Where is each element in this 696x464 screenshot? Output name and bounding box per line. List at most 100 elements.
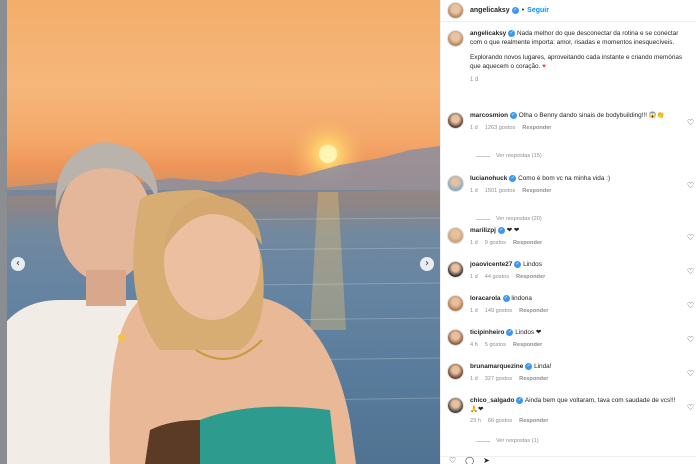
reply-button[interactable]: Responder bbox=[513, 342, 542, 348]
comment-text: Lindos ❤ bbox=[515, 329, 542, 337]
commenter-avatar[interactable] bbox=[447, 363, 464, 380]
comment-item: lucianohuck ✓ Como é bom vc na minha vida… bbox=[447, 175, 693, 195]
comment-like-icon[interactable]: ♡ bbox=[687, 335, 694, 344]
post-photo: ‹ › bbox=[0, 0, 440, 464]
view-replies-link[interactable]: Ver respostas (20) bbox=[476, 216, 542, 222]
window-edge bbox=[0, 0, 7, 464]
replies-divider bbox=[476, 440, 490, 442]
photo-illustration bbox=[0, 114, 440, 464]
comment-item: marilizpj ✓ ❤ ❤ 1 d 9 gostos Responder bbox=[447, 227, 693, 247]
comment-like-icon[interactable]: ♡ bbox=[687, 267, 694, 276]
comment-time: 23 h bbox=[470, 418, 481, 424]
verified-icon: ✓ bbox=[506, 329, 514, 336]
comment-time: 1 d bbox=[470, 307, 478, 314]
view-replies-label[interactable]: Ver respostas (20) bbox=[496, 216, 542, 222]
comment-item: brunamarquezine ✓ Linda! 1 d 327 gostos Resp… bbox=[447, 363, 693, 383]
comment-like-icon[interactable]: ♡ bbox=[687, 301, 694, 310]
post-caption: angelicaksy ✓ Nada melhor do que desconec… bbox=[447, 30, 691, 84]
caption-text-2: Explorando novos lugares, aproveitando c… bbox=[470, 54, 683, 70]
commenter-username[interactable]: lucianohuck bbox=[470, 175, 507, 182]
view-replies-link[interactable]: Ver respostas (15) bbox=[476, 153, 542, 159]
comment-like-icon[interactable]: ♡ bbox=[687, 233, 694, 242]
view-replies-label[interactable]: Ver respostas (15) bbox=[496, 153, 542, 159]
comment-item: loracarola ✓ lindona 1 d 149 gostos Responde… bbox=[447, 295, 693, 315]
carousel-prev-button[interactable]: ‹ bbox=[11, 257, 25, 271]
comment-likes[interactable]: 1501 gostos bbox=[485, 188, 515, 194]
post-header: angelicaksy ✓ • Seguir bbox=[441, 0, 696, 22]
view-replies-link[interactable]: Ver respostas (1) bbox=[476, 438, 539, 444]
comment-likes[interactable]: 44 gostos bbox=[485, 274, 509, 280]
author-avatar[interactable] bbox=[447, 2, 464, 19]
separator-dot: • bbox=[521, 7, 525, 14]
view-replies-label[interactable]: Ver respostas (1) bbox=[496, 438, 539, 444]
commenter-username[interactable]: loracarola bbox=[470, 295, 501, 302]
comment-text: Como é bom vc na minha vida :) bbox=[518, 175, 611, 183]
replies-divider bbox=[476, 155, 490, 157]
comment-time: 1 d bbox=[470, 124, 478, 131]
comment-icon[interactable]: ◯ bbox=[465, 457, 474, 464]
commenter-username[interactable]: marilizpj bbox=[470, 227, 496, 234]
comment-time: 4 h bbox=[470, 341, 478, 348]
author-username[interactable]: angelicaksy bbox=[470, 7, 510, 14]
share-icon[interactable]: ➤ bbox=[483, 457, 490, 464]
comment-like-icon[interactable]: ♡ bbox=[687, 369, 694, 378]
comment-likes[interactable]: 9 gostos bbox=[485, 240, 506, 246]
commenter-avatar[interactable] bbox=[447, 397, 464, 414]
verified-icon: ✓ bbox=[514, 261, 522, 268]
verified-icon: ✓ bbox=[508, 30, 516, 37]
caption-avatar[interactable] bbox=[447, 30, 464, 47]
comment-likes[interactable]: 327 gostos bbox=[485, 376, 512, 382]
photo-marker-dot bbox=[118, 334, 125, 341]
verified-icon: ✓ bbox=[525, 363, 533, 370]
commenter-username[interactable]: ticipinheiro bbox=[470, 329, 504, 336]
comment-text: Olha o Benny dando sinais de bodybuildin… bbox=[518, 112, 665, 120]
commenter-avatar[interactable] bbox=[447, 175, 464, 192]
commenter-avatar[interactable] bbox=[447, 261, 464, 278]
post-sidebar: angelicaksy ✓ • Seguir angelicaksy ✓ Nada… bbox=[440, 0, 696, 464]
reply-button[interactable]: Responder bbox=[522, 125, 551, 131]
comment-like-icon[interactable]: ♡ bbox=[687, 403, 694, 412]
comment-text: lindona bbox=[511, 295, 532, 303]
replies-divider bbox=[476, 218, 490, 220]
reply-button[interactable]: Responder bbox=[519, 308, 548, 314]
comment-likes[interactable]: 66 gostos bbox=[488, 418, 512, 424]
reply-button[interactable]: Responder bbox=[516, 274, 545, 280]
comment-item: joaovicente27 ✓ Lindos 1 d 44 gostos Respond… bbox=[447, 261, 693, 281]
verified-icon: ✓ bbox=[509, 175, 517, 182]
comment-item: chico_salgado ✓ Ainda bem que voltaram, t… bbox=[447, 397, 693, 425]
like-post-icon[interactable]: ♡ bbox=[449, 457, 456, 464]
verified-icon: ✓ bbox=[502, 295, 510, 302]
comment-like-icon[interactable]: ♡ bbox=[687, 181, 694, 190]
comment-text: ❤ ❤ bbox=[506, 227, 520, 235]
comment-time: 1 d bbox=[470, 375, 478, 382]
commenter-avatar[interactable] bbox=[447, 295, 464, 312]
reply-button[interactable]: Responder bbox=[522, 188, 551, 194]
carousel-next-button[interactable]: › bbox=[420, 257, 434, 271]
comment-likes[interactable]: 1263 gostos bbox=[485, 125, 515, 131]
sun bbox=[319, 145, 337, 163]
verified-icon: ✓ bbox=[516, 397, 524, 404]
commenter-avatar[interactable] bbox=[447, 227, 464, 244]
reply-button[interactable]: Responder bbox=[519, 418, 548, 424]
verified-icon: ✓ bbox=[511, 7, 519, 14]
caption-username[interactable]: angelicaksy bbox=[470, 30, 506, 37]
follow-button[interactable]: Seguir bbox=[527, 7, 549, 14]
commenter-avatar[interactable] bbox=[447, 329, 464, 346]
comment-text: Lindos bbox=[523, 261, 542, 269]
commenter-username[interactable]: brunamarquezine bbox=[470, 363, 523, 370]
commenter-username[interactable]: marcosmion bbox=[470, 112, 508, 119]
comment-item: ticipinheiro ✓ Lindos ❤ 4 h 5 gostos Respond… bbox=[447, 329, 693, 349]
commenter-username[interactable]: joaovicente27 bbox=[470, 261, 512, 268]
commenter-username[interactable]: chico_salgado bbox=[470, 397, 514, 404]
comment-text: Linda! bbox=[534, 363, 552, 371]
comment-item: marcosmion ✓ Olha o Benny dando sinais de… bbox=[447, 112, 693, 132]
comment-time: 1 d bbox=[470, 273, 478, 280]
reply-button[interactable]: Responder bbox=[513, 240, 542, 246]
comment-likes[interactable]: 5 gostos bbox=[485, 342, 506, 348]
commenter-avatar[interactable] bbox=[447, 112, 464, 129]
reply-button[interactable]: Responder bbox=[519, 376, 548, 382]
verified-icon: ✓ bbox=[510, 112, 518, 119]
comment-likes[interactable]: 149 gostos bbox=[485, 308, 512, 314]
comment-like-icon[interactable]: ♡ bbox=[687, 118, 694, 127]
caption-timestamp: 1 d bbox=[470, 76, 479, 83]
